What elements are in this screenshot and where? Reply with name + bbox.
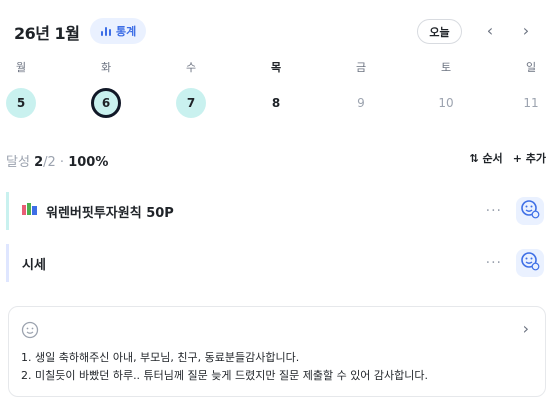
sort-button[interactable]: ⇅ 순서 — [469, 150, 502, 166]
chevron-right-icon[interactable]: › — [523, 319, 529, 338]
add-label: 추가 — [525, 152, 546, 165]
record-mood-button[interactable] — [516, 249, 544, 277]
day-fri[interactable]: 금 9 — [343, 60, 379, 118]
day-sat[interactable]: 토 10 — [428, 60, 464, 118]
achievement-done-count: 2 — [34, 155, 44, 170]
sort-label: 순서 — [482, 152, 503, 165]
memo-line: 2. 미칠듯이 바빴던 하루.. 튜터님께 질문 늦게 드렸지만 질문 제출할 … — [21, 369, 429, 382]
habit-title: 워렌버핏투자원칙 50P — [46, 205, 174, 221]
month-title: 26년 1월 — [14, 24, 80, 43]
weekday-label: 수 — [185, 61, 197, 74]
date-circle[interactable]: 9 — [346, 88, 376, 118]
weekday-label: 월 — [15, 61, 27, 74]
day-tue[interactable]: 화 6 — [88, 60, 124, 118]
date-circle[interactable]: 10 — [431, 88, 461, 118]
achievement-total: /2 — [43, 155, 56, 170]
day-wed[interactable]: 수 7 — [173, 60, 209, 118]
habit-accent-bar — [6, 192, 9, 230]
habit-row[interactable]: 시세 ··· — [6, 244, 550, 282]
day-sun[interactable]: 일 11 — [513, 60, 549, 118]
weekday-label: 목 — [270, 61, 282, 74]
habit-row[interactable]: 워렌버핏투자원칙 50P ··· — [6, 192, 550, 230]
smile-icon — [21, 321, 39, 343]
sort-arrows-icon: ⇅ — [469, 152, 479, 165]
weekday-label: 화 — [100, 61, 112, 74]
date-circle[interactable]: 11 — [516, 88, 546, 118]
prev-week-button[interactable]: ‹ — [481, 22, 499, 40]
week-strip: 월 5 화 6 수 7 목 8 금 9 토 10 일 11 — [0, 60, 550, 124]
day-thu[interactable]: 목 8 — [258, 60, 294, 118]
smile-face-icon — [520, 199, 540, 223]
record-mood-button[interactable] — [516, 197, 544, 225]
achievement-percent: 100% — [68, 155, 109, 170]
bar-chart-icon — [100, 25, 112, 37]
add-button[interactable]: + 추가 — [513, 150, 546, 166]
date-circle[interactable]: 5 — [6, 88, 36, 118]
achievement-summary: 달성 2/2 · 100% — [6, 151, 108, 170]
books-icon — [22, 203, 38, 219]
stats-label: 통계 — [116, 25, 137, 38]
date-circle[interactable]: 8 — [261, 88, 291, 118]
today-button[interactable]: 오늘 — [417, 19, 462, 44]
smile-face-icon — [520, 251, 540, 275]
weekday-label: 금 — [355, 61, 367, 74]
weekday-label: 토 — [440, 61, 452, 74]
stats-button[interactable]: 통계 — [90, 18, 147, 44]
date-circle[interactable]: 7 — [176, 88, 206, 118]
date-circle-selected[interactable]: 6 — [91, 88, 121, 118]
habit-accent-bar — [6, 244, 9, 282]
next-week-button[interactable]: › — [517, 22, 535, 40]
separator-dot: · — [59, 155, 65, 170]
more-options-icon[interactable]: ··· — [486, 255, 502, 271]
more-options-icon[interactable]: ··· — [486, 203, 502, 219]
list-actions: ⇅ 순서 + 추가 — [469, 150, 546, 166]
memo-line: 1. 생일 축하해주신 아내, 부모님, 친구, 동료분들감사합니다. — [21, 351, 300, 364]
habit-title: 시세 — [22, 257, 46, 273]
weekday-label: 일 — [525, 61, 537, 74]
day-mon[interactable]: 월 5 — [3, 60, 39, 118]
daily-memo-card[interactable]: › 1. 생일 축하해주신 아내, 부모님, 친구, 동료분들감사합니다. 2.… — [8, 306, 546, 397]
achievement-label: 달성 — [6, 155, 30, 170]
plus-icon: + — [512, 152, 522, 165]
